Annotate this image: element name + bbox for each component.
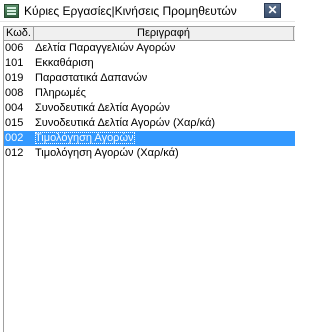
row-description-text: Τιμολόγηση Αγορών — [35, 132, 135, 144]
table-row[interactable]: 006 Δελτία Παραγγελιών Αγορών — [4, 41, 295, 56]
row-description: Τιμολόγηση Αγορών (Χαρ/κά) — [35, 146, 179, 161]
row-description: Πληρωμές — [35, 86, 86, 101]
row-description-text: Δελτία Παραγγελιών Αγορών — [35, 42, 176, 54]
row-description: Παραστατικά Δαπανών — [35, 71, 147, 86]
table-row[interactable]: 004 Συνοδευτικά Δελτία Αγορών — [4, 101, 295, 116]
row-code: 004 — [5, 102, 24, 114]
app-icon — [4, 4, 19, 18]
row-code: 101 — [5, 57, 24, 69]
table-row[interactable]: 101 Εκκαθάριση — [4, 56, 295, 71]
row-description: Συνοδευτικά Δελτία Αγορών — [35, 101, 170, 116]
row-code: 008 — [5, 87, 24, 99]
row-description: Εκκαθάριση — [35, 56, 94, 71]
row-description: Συνοδευτικά Δελτία Αγορών (Χαρ/κά) — [35, 116, 215, 131]
table-row[interactable]: 015 Συνοδευτικά Δελτία Αγορών (Χαρ/κά) — [4, 116, 295, 131]
column-header-code[interactable]: Κωδ. — [4, 27, 34, 40]
grid-rows: 006 Δελτία Παραγγελιών Αγορών 101 Εκκαθά… — [4, 41, 295, 161]
title-bar[interactable]: Κύριες Εργασίες|Κινήσεις Προμηθευτών ✕ — [0, 0, 295, 22]
table-row[interactable]: 012 Τιμολόγηση Αγορών (Χαρ/κά) — [4, 146, 295, 161]
window: Κύριες Εργασίες|Κινήσεις Προμηθευτών ✕ Κ… — [0, 0, 295, 332]
close-button[interactable]: ✕ — [264, 3, 281, 18]
grid-header: Κωδ. Περιγραφή — [4, 27, 295, 41]
row-code: 015 — [5, 117, 24, 129]
row-description-text: Παραστατικά Δαπανών — [35, 72, 148, 84]
movement-types-grid: Κωδ. Περιγραφή 006 Δελτία Παραγγελιών Αγ… — [3, 26, 295, 332]
column-header-description[interactable]: Περιγραφή — [34, 27, 294, 40]
row-description: Δελτία Παραγγελιών Αγορών — [35, 41, 175, 56]
table-row[interactable]: 008 Πληρωμές — [4, 86, 295, 101]
table-row-selected[interactable]: 002 Τιμολόγηση Αγορών — [4, 131, 295, 146]
row-code: 002 — [5, 132, 24, 144]
table-row[interactable]: 019 Παραστατικά Δαπανών — [4, 71, 295, 86]
row-description-text: Συνοδευτικά Δελτία Αγορών (Χαρ/κά) — [35, 117, 216, 129]
row-description-text: Πληρωμές — [35, 87, 86, 99]
row-code: 019 — [5, 72, 24, 84]
row-code: 006 — [5, 42, 24, 54]
row-description: Τιμολόγηση Αγορών — [35, 131, 135, 146]
row-description-text: Εκκαθάριση — [35, 57, 94, 69]
row-description-text: Συνοδευτικά Δελτία Αγορών — [35, 102, 170, 114]
window-title: Κύριες Εργασίες|Κινήσεις Προμηθευτών — [24, 4, 237, 18]
row-description-text: Τιμολόγηση Αγορών (Χαρ/κά) — [35, 147, 179, 159]
row-code: 012 — [5, 147, 24, 159]
